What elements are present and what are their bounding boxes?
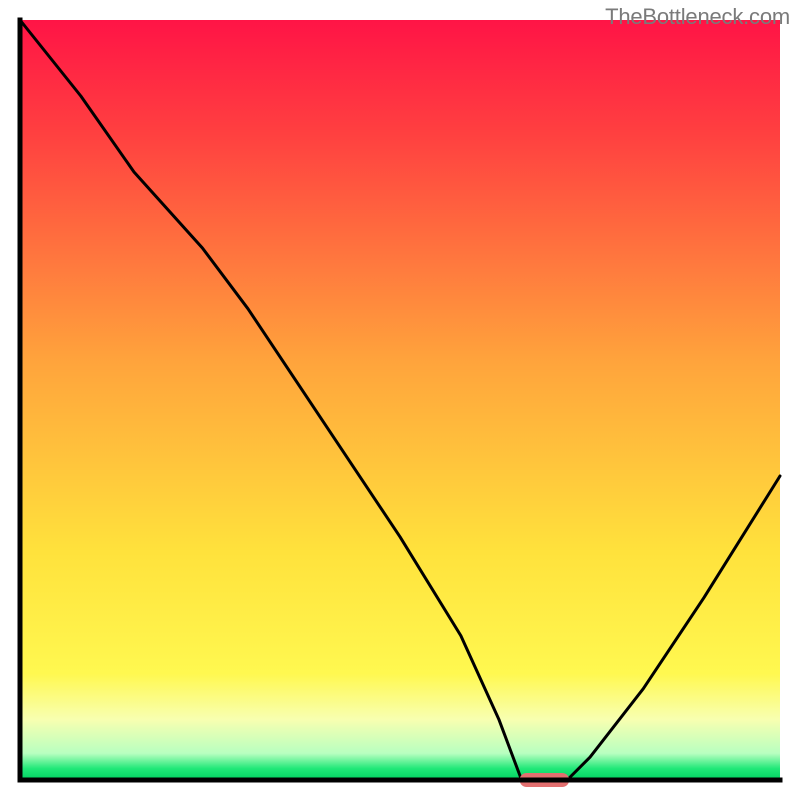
- watermark-text: TheBottleneck.com: [605, 4, 790, 30]
- chart-container: { "watermark": "TheBottleneck.com", "col…: [0, 0, 800, 800]
- bottleneck-chart: [0, 0, 800, 800]
- gradient-background: [20, 20, 780, 780]
